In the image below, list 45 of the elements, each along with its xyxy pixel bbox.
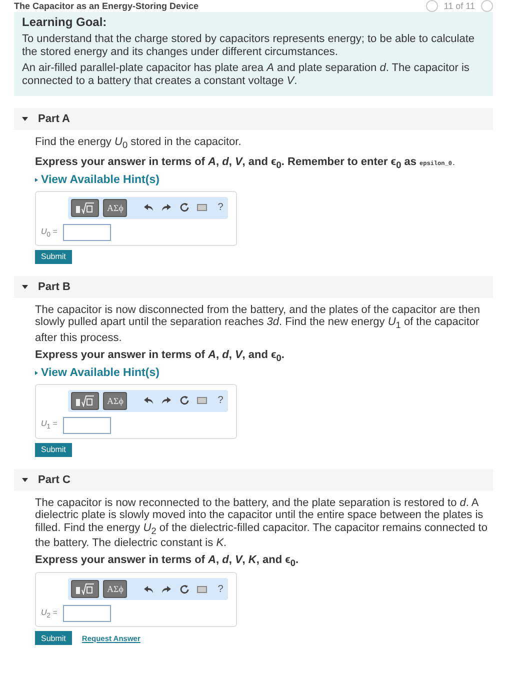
help-button[interactable]: ? bbox=[213, 394, 228, 408]
answer-field[interactable] bbox=[63, 605, 112, 622]
reset-icon bbox=[180, 396, 189, 406]
greek-symbols-button[interactable]: ΑΣϕ bbox=[103, 198, 128, 217]
templates-button[interactable] bbox=[71, 392, 99, 410]
instruction-text: Express your answer in terms of A, d, V, K, and ϵ$_{0}$. bbox=[35, 554, 300, 568]
answer-field[interactable] bbox=[63, 416, 112, 434]
part-title: Part B bbox=[38, 280, 70, 293]
redo-icon bbox=[162, 586, 171, 593]
greek-symbols-button[interactable]: ΑΣϕ bbox=[103, 392, 128, 410]
part-header[interactable]: Part A bbox=[14, 108, 493, 130]
reset-icon bbox=[180, 203, 189, 212]
undo-icon bbox=[144, 397, 153, 404]
templates-button[interactable] bbox=[71, 580, 99, 598]
redo-icon bbox=[162, 204, 171, 212]
page-title: The Capacitor as an Energy-Storing Device bbox=[14, 1, 199, 11]
undo-icon bbox=[144, 586, 153, 593]
instruction-text: Express your answer in terms of A, d, V, and ϵ$_{0}$. bbox=[35, 348, 286, 363]
question-text: Find the energy U$_{0}$ stored in the capacitor. bbox=[35, 136, 242, 152]
undo-icon bbox=[144, 204, 153, 212]
templates-button[interactable] bbox=[71, 198, 99, 217]
help-button[interactable]: ? bbox=[213, 200, 228, 215]
question-text: The capacitor is now reconnected to the battery, and the plate separation is restored to d. A dielectric plate is slowly moved into the capacitor until the entire space between the plates is filled. Find the energy U$_{2}$ of the dielectric-filled capacitor. The capacitor remains connected to the battery. The dielectric constant is K. bbox=[35, 496, 488, 550]
answer-label: U$_{1}$ = bbox=[41, 419, 58, 432]
page-counter: 11 of 11 bbox=[444, 1, 475, 11]
answer-label: U$_{0}$ = bbox=[41, 226, 58, 238]
answer-field[interactable] bbox=[63, 224, 112, 241]
part-header[interactable]: Part B bbox=[14, 276, 493, 298]
hint-link[interactable]: View Available Hint(s) bbox=[35, 366, 160, 379]
help-button[interactable]: ? bbox=[213, 582, 228, 596]
question-text: The capacitor is now disconnected from the battery, and the plates of the capacitor are then slowly pulled apart until the separation reaches 3d. Find the new energy U$_{1}$ of the capacitor after this process. bbox=[35, 304, 481, 345]
submit-button[interactable]: Submit bbox=[35, 631, 72, 646]
reset-icon bbox=[180, 584, 189, 594]
part-title: Part A bbox=[38, 113, 70, 125]
greek-symbols-button[interactable]: ΑΣϕ bbox=[103, 580, 128, 598]
answer-label: U$_{2}$ = bbox=[41, 608, 58, 620]
learning-goal-heading: Learning Goal: bbox=[22, 15, 108, 29]
goal-text: An air-filled parallel-plate capacitor has plate area A and plate separation d. The capacitor is connected to a battery that creates a constant voltage V. bbox=[22, 62, 470, 88]
part-header[interactable]: Part C bbox=[14, 468, 493, 491]
hint-link[interactable]: View Available Hint(s) bbox=[35, 174, 160, 186]
redo-icon bbox=[162, 397, 171, 404]
part-title: Part C bbox=[38, 474, 70, 486]
submit-button[interactable]: Submit bbox=[35, 250, 72, 264]
submit-button[interactable]: Submit bbox=[35, 442, 72, 457]
goal-text: To understand that the charge stored by capacitors represents energy; to be able to calculate the stored energy and its changes under different circumstances. bbox=[22, 33, 476, 59]
